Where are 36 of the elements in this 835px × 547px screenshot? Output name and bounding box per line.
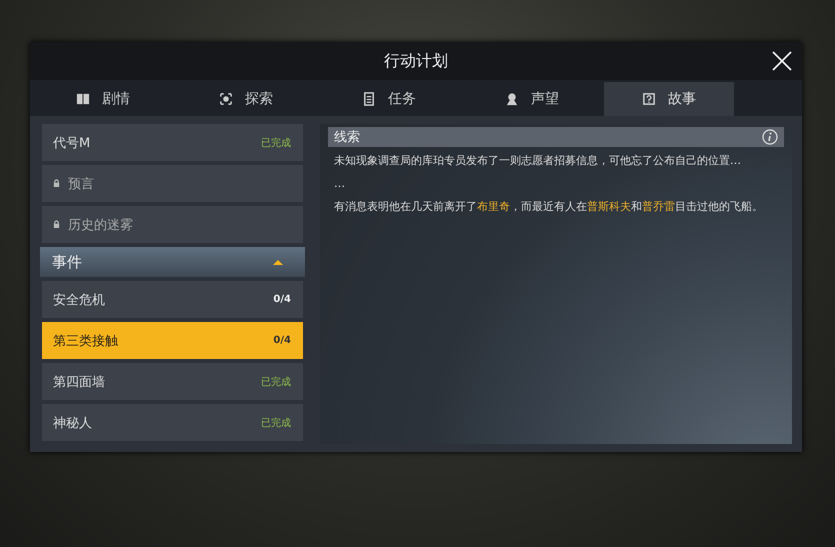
item-status: 已完成: [261, 136, 291, 150]
item-label: 神秘人: [53, 414, 93, 432]
item-label: 第四面墙: [53, 374, 106, 390]
info-icon[interactable]: [762, 129, 778, 145]
list-item[interactable]: 神秘人 已完成: [42, 404, 303, 441]
book-icon: [76, 92, 90, 106]
group-label: 事件: [52, 252, 83, 272]
clue-text: …: [334, 176, 346, 192]
list-item[interactable]: 预言: [42, 165, 303, 202]
section-title: 线索: [334, 129, 360, 146]
clue-text: 未知现象调查局的库珀专员发布了一则志愿者招募信息，可他忘了公布自己的位置…: [334, 153, 742, 169]
lock-icon: [53, 220, 60, 229]
close-icon[interactable]: [772, 51, 792, 71]
item-status: 0/4: [273, 294, 291, 305]
scan-icon: [219, 92, 233, 106]
item-status: 已完成: [261, 416, 291, 430]
list-item[interactable]: 安全危机 0/4: [42, 281, 303, 318]
list-item[interactable]: 代号M 已完成: [42, 124, 303, 161]
item-status: 0/4: [273, 335, 291, 346]
lock-icon: [53, 179, 60, 188]
document-icon: [362, 92, 376, 106]
item-label: 安全危机: [53, 292, 106, 308]
group-header[interactable]: 事件: [40, 247, 305, 277]
question-icon: [642, 92, 656, 106]
list-item[interactable]: 第三类接触 0/4: [42, 322, 303, 359]
item-label: 第三类接触: [53, 332, 119, 350]
item-label: 预言: [68, 176, 95, 192]
item-label: 代号M: [53, 134, 92, 152]
list-item[interactable]: 历史的迷雾: [42, 206, 303, 243]
item-label: 历史的迷雾: [68, 216, 134, 234]
clue-text: 有消息表明他在几天前离开了布里奇，而最近有人在普斯科夫和普乔雷目击过他的飞船。: [334, 199, 764, 215]
window-title: 行动计划: [384, 50, 448, 72]
item-status: 已完成: [261, 376, 291, 388]
caret-icon: [273, 260, 283, 264]
list-item[interactable]: 第四面墙 已完成: [42, 363, 303, 400]
tab[interactable]: 故事: [604, 82, 734, 116]
